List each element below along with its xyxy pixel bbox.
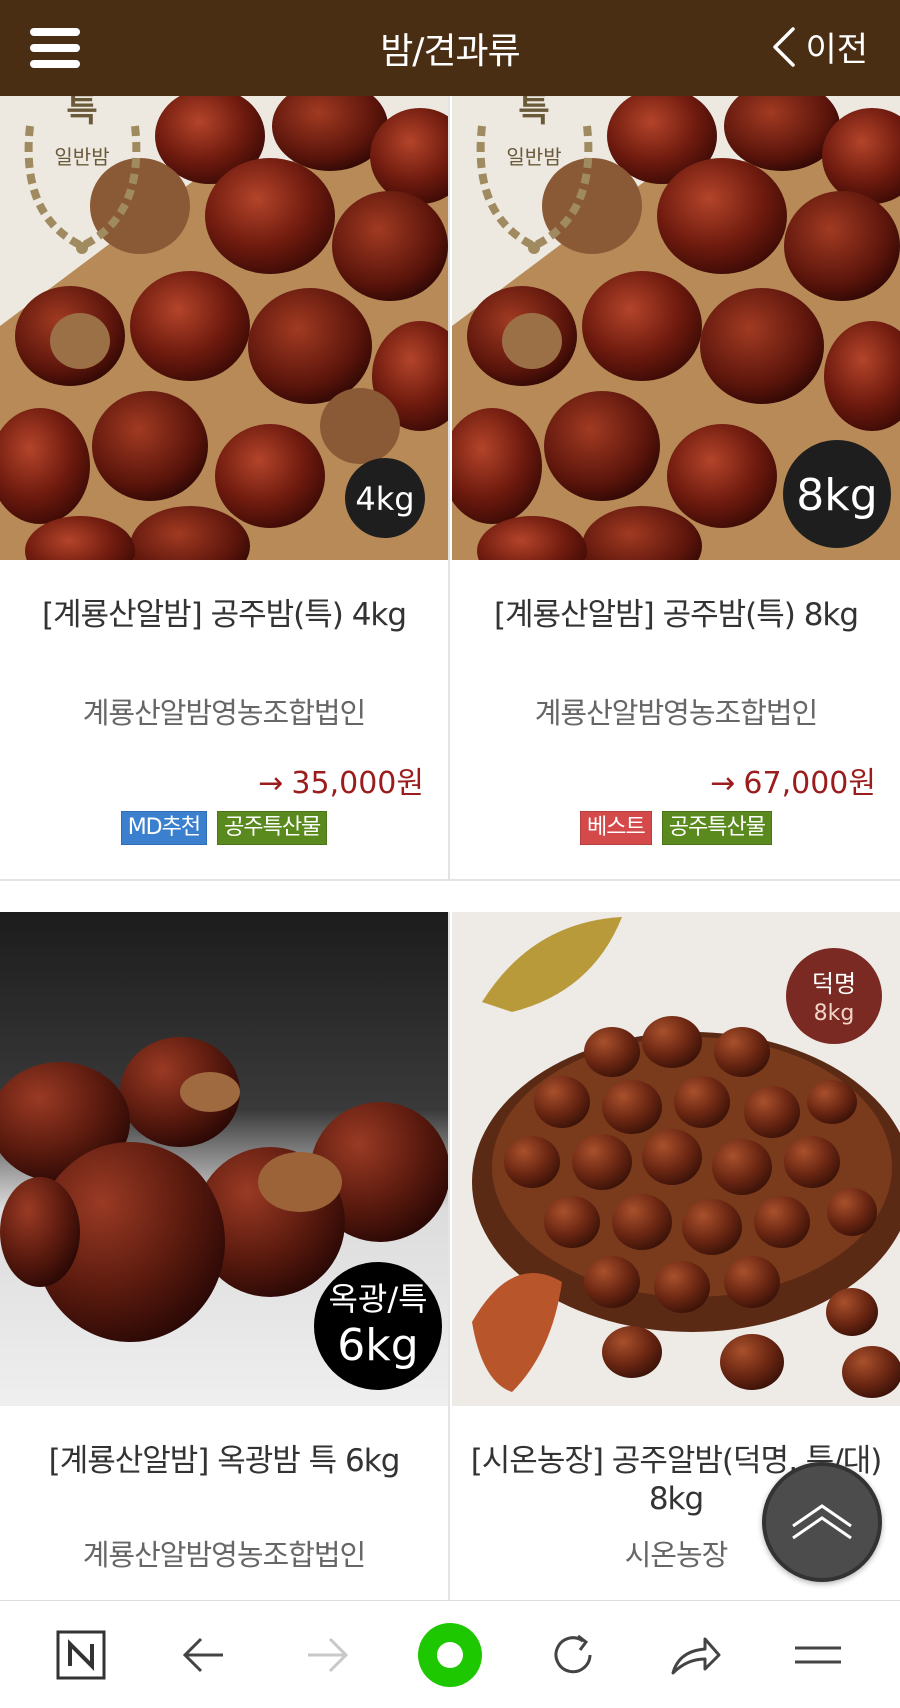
refresh-button[interactable] <box>533 1615 613 1695</box>
product-name[interactable]: [계룡산알밤] 옥광밤 특 6kg <box>0 1442 448 1480</box>
share-button[interactable] <box>656 1615 736 1695</box>
svg-text:특: 특 <box>66 96 97 130</box>
browser-back-button[interactable] <box>164 1615 244 1695</box>
browser-forward-button[interactable] <box>287 1615 367 1695</box>
tag-md-pick: MD추천 <box>120 811 208 845</box>
price-value: 67,000원 <box>743 766 876 801</box>
product-price: → 67,000원 <box>710 758 876 802</box>
row-divider <box>0 879 900 881</box>
tag-list: MD추천 공주특산물 <box>0 811 448 845</box>
top-header: 밤/견과류 이전 <box>0 0 900 96</box>
tag-gongju-specialty: 공주특산물 <box>661 811 772 845</box>
tag-best: 베스트 <box>580 811 652 845</box>
naver-home-icon <box>56 1630 106 1679</box>
refresh-icon <box>554 1634 592 1673</box>
svg-text:일반밤: 일반밤 <box>54 145 109 169</box>
product-image[interactable]: 옥광/특 6kg <box>0 912 448 1406</box>
weight-badge: 8kg <box>783 440 891 548</box>
back-button[interactable]: 이전 <box>769 22 868 71</box>
naver-home-button[interactable] <box>41 1615 121 1695</box>
svg-text:8kg: 8kg <box>814 1001 855 1026</box>
weight-badge: 옥광/특 6kg <box>314 1262 442 1390</box>
tag-list: 베스트 공주특산물 <box>452 811 900 845</box>
seller-name: 계룡산알밤영농조합법인 <box>534 696 818 730</box>
svg-text:일반밤: 일반밤 <box>506 145 561 169</box>
seller-name: 계룡산알밤영농조합법인 <box>82 696 366 730</box>
scroll-to-top-button[interactable] <box>762 1462 882 1582</box>
back-arrow-icon <box>183 1637 224 1672</box>
product-card[interactable]: 특 일반밤 8kg [계룡산알밤] 공주밤(특) 8kg 계룡산알밤영농조합법인… <box>452 96 900 880</box>
share-icon <box>671 1637 721 1674</box>
product-card[interactable]: 특 일반밤 4kg [계룡산알밤] 공주밤(특) 4kg 계룡산알밤영농조합법인… <box>0 96 450 880</box>
chevron-up-icon <box>792 1504 852 1540</box>
browser-toolbar <box>0 1600 900 1708</box>
menu-icon <box>795 1646 842 1663</box>
chevron-left-icon <box>773 26 796 67</box>
tag-gongju-specialty: 공주특산물 <box>217 811 328 845</box>
price-arrow: → <box>710 766 736 801</box>
product-image[interactable]: 덕명 8kg <box>452 912 900 1406</box>
page-title: 밤/견과류 <box>380 31 521 72</box>
browser-menu-button[interactable] <box>778 1615 858 1695</box>
svg-text:옥광/특: 옥광/특 <box>328 1280 427 1318</box>
weight-badge: 덕명 8kg <box>786 948 882 1044</box>
svg-text:특: 특 <box>518 96 549 130</box>
seller-name: 계룡산알밤영농조합법인 <box>82 1538 366 1572</box>
svg-text:덕명: 덕명 <box>812 970 856 998</box>
product-card[interactable]: 옥광/특 6kg [계룡산알밤] 옥광밤 특 6kg 계룡산알밤영농조합법인 <box>0 912 450 1612</box>
hamburger-menu-button[interactable] <box>30 26 80 70</box>
product-image[interactable]: 특 일반밤 4kg <box>0 96 448 560</box>
weight-badge: 4kg <box>345 458 425 538</box>
green-dot-icon <box>417 1622 482 1687</box>
product-image[interactable]: 특 일반밤 8kg <box>452 96 900 560</box>
product-price: → 35,000원 <box>258 758 424 802</box>
svg-text:4kg: 4kg <box>355 480 414 518</box>
forward-arrow-icon <box>308 1637 349 1672</box>
price-value: 35,000원 <box>291 766 424 801</box>
svg-text:6kg: 6kg <box>337 1320 418 1371</box>
green-dot-button[interactable] <box>410 1615 490 1695</box>
product-name[interactable]: [계룡산알밤] 공주밤(특) 4kg <box>0 596 448 634</box>
svg-text:8kg: 8kg <box>796 470 877 521</box>
back-label: 이전 <box>805 30 868 70</box>
product-name[interactable]: [계룡산알밤] 공주밤(특) 8kg <box>452 596 900 634</box>
price-arrow: → <box>258 766 284 801</box>
